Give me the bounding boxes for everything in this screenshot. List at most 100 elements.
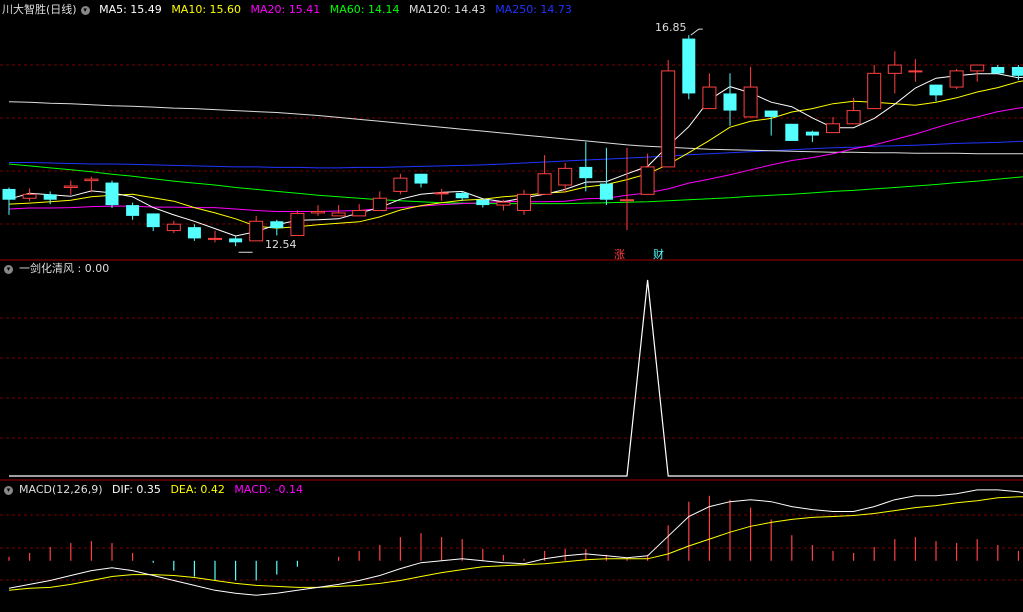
candle-body (352, 209, 367, 217)
candle-body (579, 166, 593, 179)
candle (908, 59, 923, 82)
macd-value: MACD: -0.14 (234, 483, 304, 496)
candle-body (867, 72, 882, 110)
low-price-label: 12.54 (265, 238, 297, 251)
candle-body (166, 223, 181, 232)
candle (208, 230, 222, 243)
candle-body (929, 84, 943, 96)
candle-body (476, 199, 490, 206)
settings-toggle-icon[interactable]: ▾ (4, 485, 13, 495)
signal-title[interactable]: 一剑化清风 : 0.00 (19, 262, 109, 275)
stock-chart[interactable] (0, 0, 1023, 612)
candle (537, 155, 552, 195)
candle (22, 188, 37, 202)
ma60-value: MA60: 14.14 (329, 3, 400, 16)
settings-toggle-icon[interactable]: ▾ (80, 5, 90, 15)
candle (620, 147, 634, 231)
candle (702, 73, 717, 110)
candle (372, 191, 387, 211)
candle-body (105, 182, 119, 206)
candle (558, 162, 573, 193)
candle-body (846, 110, 861, 125)
ma20-line (8, 107, 1023, 212)
candle-body (764, 110, 778, 117)
candle (785, 123, 799, 141)
candle-body (43, 194, 57, 200)
candle-body (2, 188, 16, 200)
candle-body (84, 178, 99, 182)
dif-value: DIF: 0.35 (112, 483, 161, 496)
candle-body (785, 123, 799, 141)
candle-body (455, 192, 469, 199)
settings-toggle-icon[interactable]: ▾ (4, 264, 13, 274)
macd-legend: ▾ MACD(12,26,9) DIF: 0.35 DEA: 0.42 MACD:… (2, 483, 309, 497)
candle-body (331, 212, 346, 217)
tag-up[interactable]: 涨 (614, 246, 625, 262)
candle (743, 66, 758, 118)
candle (352, 204, 367, 217)
candle (887, 51, 902, 94)
candle (229, 235, 243, 247)
candle (146, 213, 160, 232)
candle (393, 173, 408, 195)
candle-body (640, 166, 655, 195)
candle-body (187, 227, 201, 239)
ma250-value: MA250: 14.73 (495, 3, 572, 16)
macd-title[interactable]: MACD(12,26,9) (19, 483, 103, 496)
candle-body (517, 193, 531, 211)
candle (682, 35, 696, 100)
macd-indicator (8, 489, 1023, 596)
candle-body (1011, 66, 1023, 76)
candle-body (723, 93, 737, 111)
candle (249, 215, 264, 242)
candle (126, 202, 140, 220)
candle (929, 84, 943, 102)
candle (414, 173, 428, 188)
candle (105, 180, 119, 209)
ma20-value: MA20: 15.41 (250, 3, 321, 16)
candle-body (537, 173, 552, 195)
candle (290, 210, 305, 236)
dif-line (8, 489, 1023, 596)
signal-indicator (9, 279, 1023, 477)
ma60-line (8, 163, 1023, 205)
candle-body (270, 221, 284, 229)
candle-body (599, 183, 613, 200)
candle-body (887, 64, 902, 74)
candle-body (434, 192, 449, 195)
candle-body (970, 64, 985, 72)
candle (476, 199, 490, 208)
candle (867, 65, 882, 110)
candle (63, 180, 78, 195)
candle (640, 153, 655, 195)
candle (187, 224, 201, 241)
candlesticks[interactable] (2, 28, 1023, 253)
ma5-value: MA5: 15.49 (99, 3, 162, 16)
ma10-value: MA10: 15.60 (171, 3, 242, 16)
dea-value: DEA: 0.42 (170, 483, 225, 496)
stock-name[interactable]: 川大智胜(日线) (2, 3, 77, 16)
main-legend: 川大智胜(日线) ▾ MA5: 15.49 MA10: 15.60 MA20: 1… (2, 3, 578, 17)
high-marker (690, 28, 703, 36)
candle (661, 60, 676, 168)
candle (166, 220, 181, 234)
ma120-value: MA120: 14.43 (408, 3, 486, 16)
candle-body (661, 70, 676, 168)
candle (84, 176, 99, 193)
candle (599, 147, 613, 206)
candle-body (496, 201, 511, 206)
candle-body (63, 185, 78, 188)
candle-body (393, 177, 408, 192)
candle-body (991, 66, 1005, 74)
candle (434, 188, 449, 201)
candle-body (743, 86, 758, 118)
candle (826, 116, 840, 134)
candle-body (126, 205, 140, 216)
high-price-label: 16.85 (655, 21, 687, 34)
candle (2, 187, 16, 215)
candle (949, 68, 964, 90)
tag-finance[interactable]: 财 (653, 246, 664, 262)
dea-line (8, 496, 1023, 591)
candle-body (372, 197, 387, 211)
candle-body (414, 173, 428, 184)
